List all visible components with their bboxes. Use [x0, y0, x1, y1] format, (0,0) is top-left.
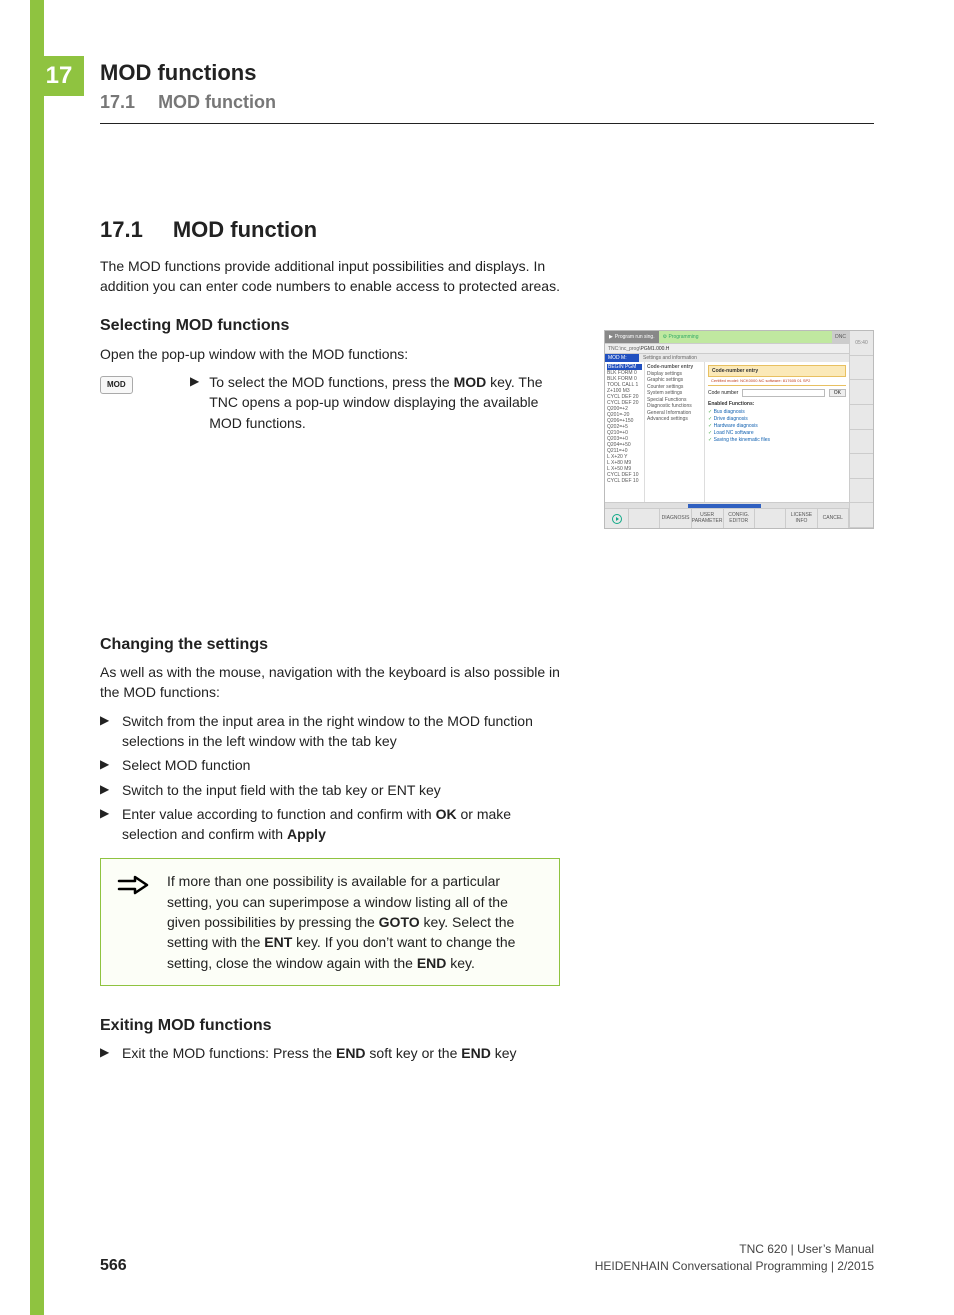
ss-softkey-diagnosis[interactable]: DIAGNOSIS	[660, 509, 691, 528]
step-text: Switch from the input area in the right …	[122, 711, 560, 752]
ss-code-entry-sub: Certified model: NCK0000.NC software: 81…	[708, 378, 846, 386]
ss-code-entry-title: Code-number entry	[708, 365, 846, 377]
ss-right-button[interactable]	[850, 479, 873, 504]
section-number: 17.1	[100, 92, 135, 112]
ss-right-button[interactable]	[850, 430, 873, 455]
mod-key-instruction: MOD ▶ To select the MOD functions, press…	[100, 372, 560, 433]
list-arrow-icon: ▶	[100, 780, 112, 800]
ss-softkey-row: DIAGNOSIS USER PARAMETER CONFIG. EDITOR …	[605, 508, 849, 528]
step-text: Select MOD function	[122, 755, 250, 775]
ss-softkey-license-info[interactable]: LICENSE INFO	[786, 509, 817, 528]
note-text: If more than one possibility is availabl…	[167, 871, 545, 972]
ss-softkey-play-icon[interactable]	[605, 509, 629, 528]
subheading-selecting: Selecting MOD functions	[100, 314, 560, 337]
subheading-exiting: Exiting MOD functions	[100, 1014, 560, 1037]
ss-right-toolbar: 05:40	[849, 331, 873, 528]
ss-softkey-config-editor[interactable]: CONFIG. EDITOR	[724, 509, 755, 528]
ss-softkey-user-parameter[interactable]: USER PARAMETER	[692, 509, 724, 528]
ss-right-button[interactable]	[850, 503, 873, 528]
ss-right-button[interactable]	[850, 356, 873, 381]
ss-mod-bar: MOD M: Settings and information	[605, 353, 849, 362]
ss-softkey[interactable]	[755, 509, 786, 528]
ss-softkey[interactable]	[629, 509, 660, 528]
section-breadcrumb: 17.1 MOD function	[100, 92, 874, 113]
chapter-number-tab: 17	[34, 56, 84, 96]
ss-mod-tree: Code-number entry Display settingsGraphi…	[645, 362, 705, 502]
mod-hardkey-icon: MOD	[100, 376, 133, 394]
ss-right-button[interactable]	[850, 380, 873, 405]
step-text: Enter value according to function and co…	[122, 804, 560, 845]
ss-path-bar: TNC:\nc_prog\PGM1.000.H	[605, 343, 849, 353]
ss-tab-programming: ⚙ Programming	[659, 331, 833, 343]
mod-key-step-text: To select the MOD functions, press the M…	[209, 372, 560, 433]
ss-func-item: Saving the kinematic files	[708, 437, 846, 444]
ss-program-listing: BEGIN PGM BLK FORM 0BLK FORM 0TOOL CALL …	[605, 362, 645, 502]
ss-mod-detail: Code-number entry Certified model: NCK00…	[705, 362, 849, 502]
page-number: 566	[100, 1257, 127, 1275]
section-heading: 17.1 MOD function	[100, 214, 560, 246]
h2-title: MOD function	[173, 214, 317, 246]
chapter-color-bar	[30, 0, 44, 1315]
ss-func-item: Drive diagnosis	[708, 416, 846, 423]
ss-right-button[interactable]: 05:40	[850, 331, 873, 356]
ss-func-item: Hardware diagnosis	[708, 423, 846, 430]
subheading-changing: Changing the settings	[100, 633, 560, 656]
ss-func-item: Load NC software	[708, 430, 846, 437]
list-arrow-icon: ▶	[100, 804, 112, 845]
ss-softkey-cancel[interactable]: CANCEL	[818, 509, 849, 528]
ss-right-button[interactable]	[850, 405, 873, 430]
changing-steps-list: ▶Switch from the input area in the right…	[100, 711, 560, 845]
footer-text: TNC 620 | User’s Manual HEIDENHAIN Conve…	[595, 1241, 874, 1275]
list-arrow-icon: ▶	[100, 711, 112, 752]
chapter-title: MOD functions	[100, 60, 874, 86]
page-header: MOD functions 17.1 MOD function	[100, 60, 874, 124]
ss-right-button[interactable]	[850, 454, 873, 479]
ss-func-item: Bus diagnosis	[708, 409, 846, 416]
page-footer: 566 TNC 620 | User’s Manual HEIDENHAIN C…	[100, 1241, 874, 1275]
ss-dnc-badge: DNC	[832, 331, 849, 343]
section-name: MOD function	[158, 92, 276, 112]
list-arrow-icon: ▶	[100, 755, 112, 775]
step-text: Switch to the input field with the tab k…	[122, 780, 441, 800]
ss-code-number-label: Code number	[708, 390, 738, 396]
ss-code-number-input[interactable]	[742, 389, 824, 397]
note-arrow-icon	[115, 871, 151, 912]
changing-lead: As well as with the mouse, navigation wi…	[100, 662, 560, 703]
list-arrow-icon: ▶	[100, 1043, 112, 1063]
ss-ok-button[interactable]: OK	[829, 389, 846, 397]
exiting-steps-list: ▶ Exit the MOD functions: Press the END …	[100, 1043, 560, 1063]
h2-number: 17.1	[100, 214, 143, 246]
note-box: If more than one possibility is availabl…	[100, 858, 560, 985]
list-arrow-icon: ▶	[190, 372, 199, 391]
intro-paragraph: The MOD functions provide additional inp…	[100, 256, 560, 297]
selecting-lead: Open the pop-up window with the MOD func…	[100, 344, 560, 364]
ss-tab-active: ▶Program run sing.	[605, 331, 659, 343]
ss-enabled-functions-label: Enabled Functions:	[708, 401, 846, 407]
step-text: Exit the MOD functions: Press the END so…	[122, 1043, 517, 1063]
mod-window-screenshot: ▶Program run sing. ⚙ Programming DNC TNC…	[604, 330, 874, 529]
